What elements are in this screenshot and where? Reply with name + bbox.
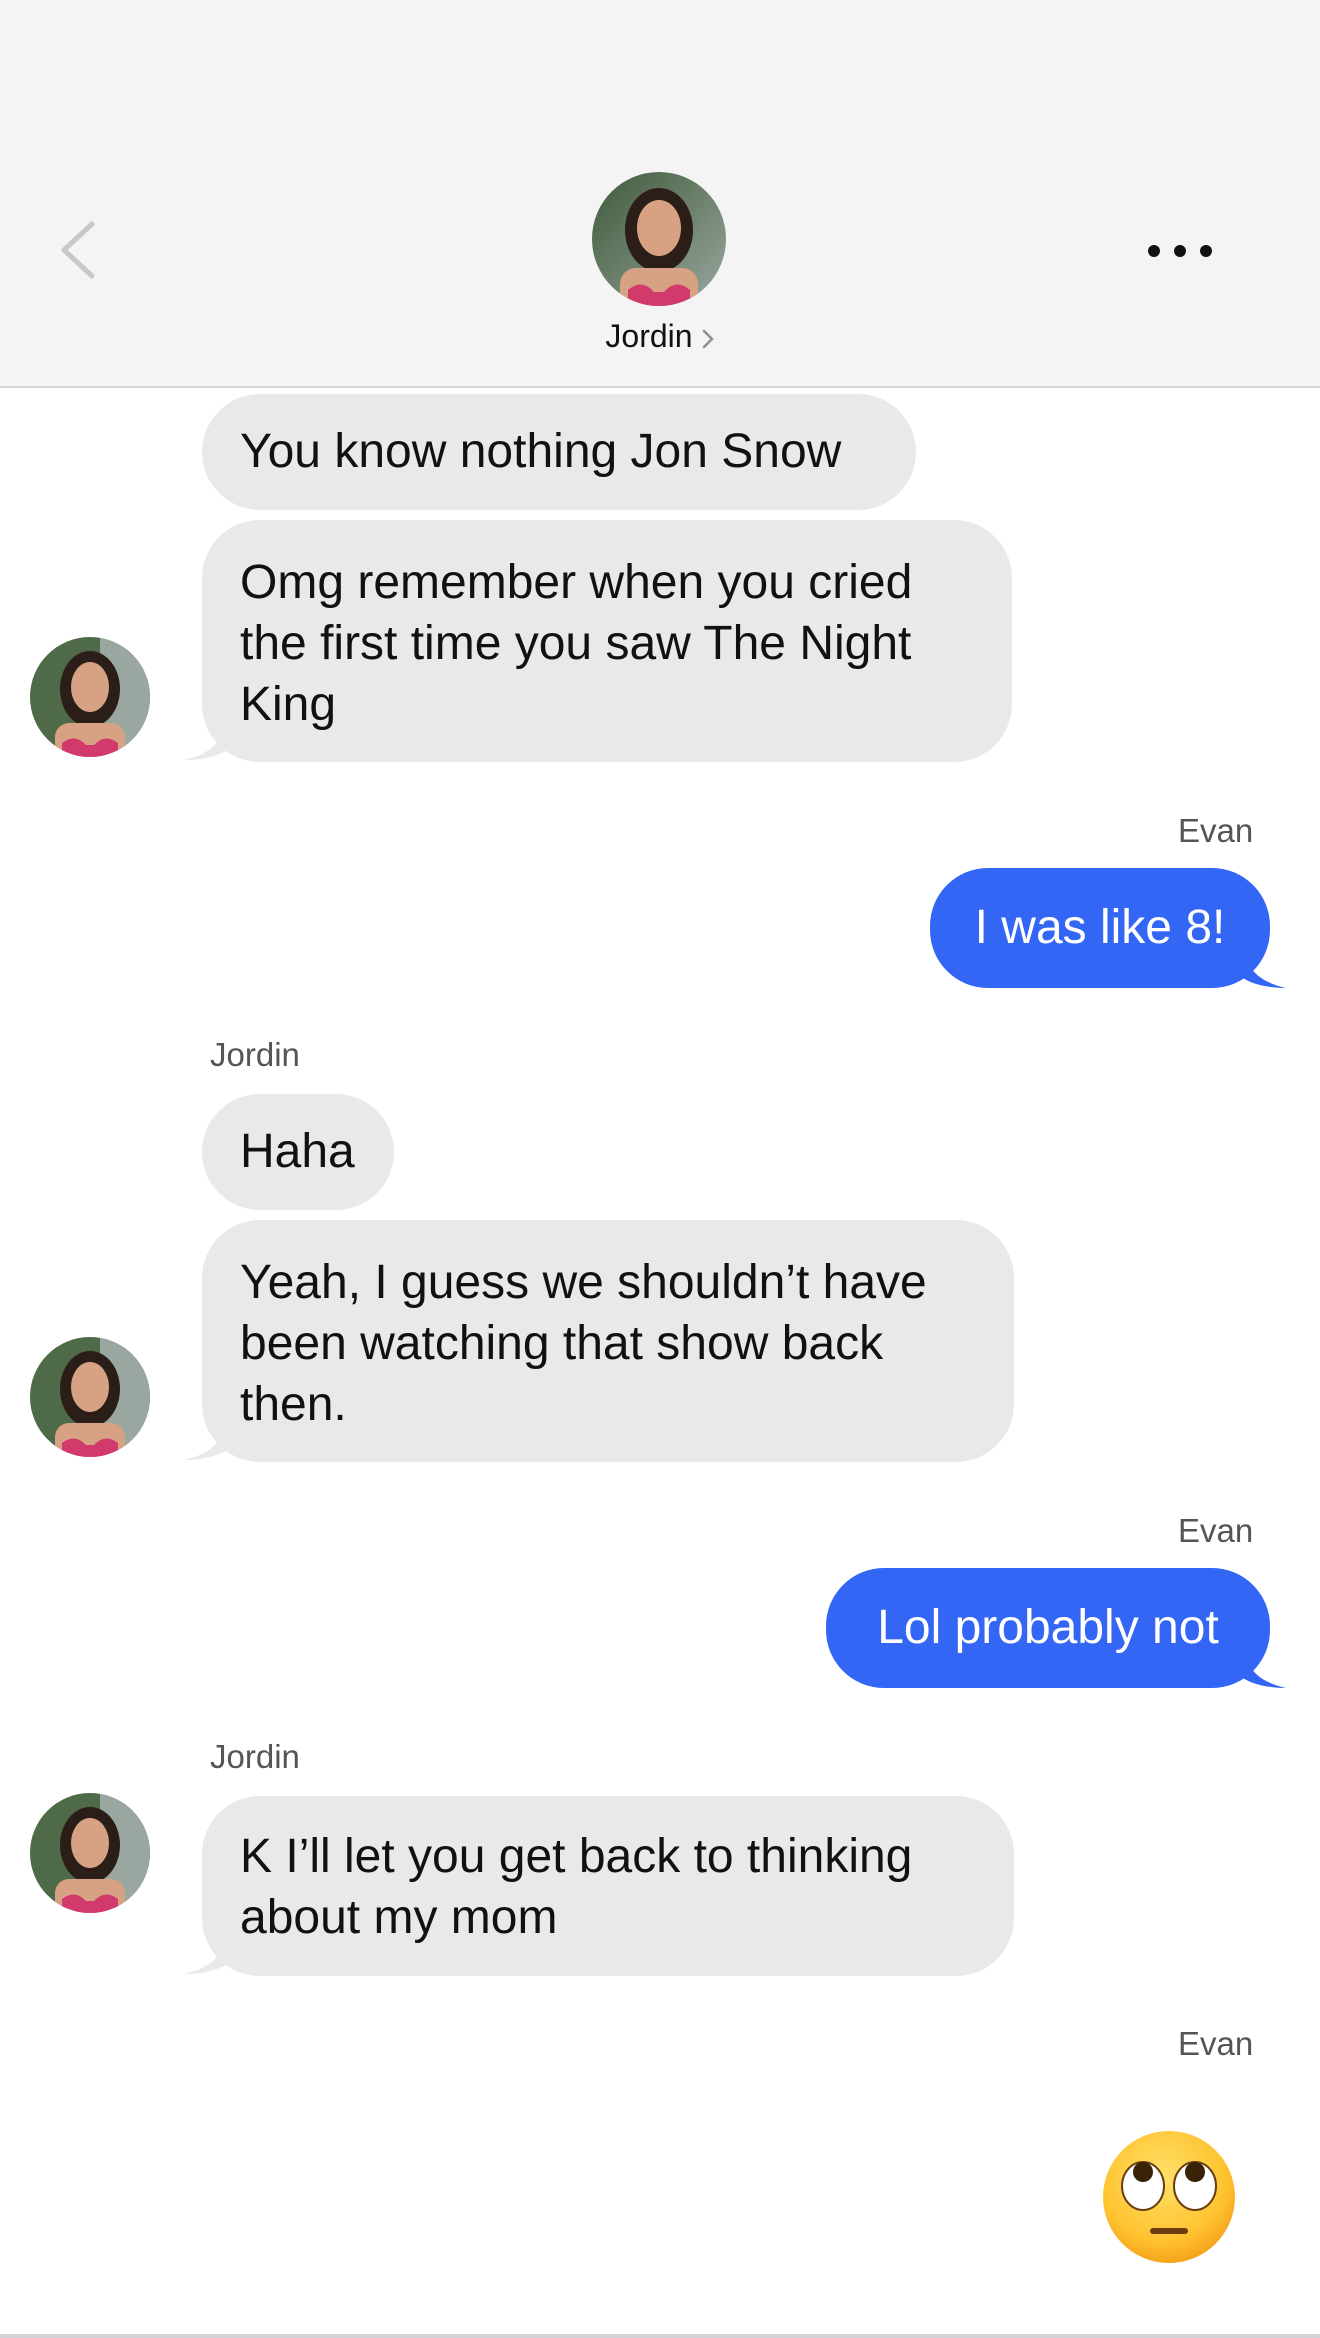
message-line: Yeah, I guess we shouldn’t have xyxy=(240,1256,927,1309)
message-text: Haha xyxy=(240,1125,355,1178)
bubble-tail xyxy=(1240,1646,1286,1688)
message-text: Lol probably not xyxy=(877,1601,1219,1654)
message-bubble-incoming[interactable]: Omg remember when you cried the first ti… xyxy=(202,520,1012,762)
message-text: You know nothing Jon Snow xyxy=(240,425,842,478)
chevron-right-icon xyxy=(702,329,714,348)
sender-avatar xyxy=(30,1793,150,1913)
message-line: K I’ll let you get back to thinking xyxy=(240,1830,913,1883)
ellipsis-icon[interactable] xyxy=(1140,228,1220,268)
message-line: Omg remember when you cried xyxy=(240,556,913,609)
sender-label: Jordin xyxy=(210,1036,300,1073)
message-bubble-incoming[interactable]: You know nothing Jon Snow xyxy=(202,394,916,510)
message-bubble-incoming[interactable]: Haha xyxy=(202,1094,394,1210)
message-line: the first time you saw The Night xyxy=(240,617,912,670)
sender-avatar xyxy=(30,1337,150,1457)
message-bubble-outgoing[interactable]: I was like 8! xyxy=(930,868,1270,988)
sender-avatar xyxy=(30,637,150,757)
bubble-tail xyxy=(184,1932,230,1974)
sender-label: Evan xyxy=(1178,1512,1254,1549)
message-bubble-incoming[interactable]: Yeah, I guess we shouldn’t have been wat… xyxy=(202,1220,1014,1462)
chevron-left-icon[interactable] xyxy=(48,210,108,290)
bubble-tail xyxy=(184,1418,230,1460)
bubble-tail xyxy=(1240,946,1286,988)
message-line: been watching that show back xyxy=(240,1317,884,1370)
contact-name: Jordin xyxy=(605,318,693,354)
face-with-rolling-eyes-icon[interactable] xyxy=(1100,2128,1238,2266)
message-line: about my mom xyxy=(240,1891,558,1944)
sender-label: Evan xyxy=(1178,812,1254,849)
sender-label: Jordin xyxy=(210,1738,300,1775)
conversation-header: Jordin xyxy=(0,0,1320,388)
divider xyxy=(0,2334,1320,2338)
contact-avatar[interactable] xyxy=(592,172,726,306)
message-text: I was like 8! xyxy=(974,901,1226,954)
contact-name-button[interactable]: Jordin xyxy=(540,318,780,355)
message-bubble-incoming[interactable]: K I’ll let you get back to thinking abou… xyxy=(202,1796,1014,1976)
sender-label: Evan xyxy=(1178,2025,1254,2062)
message-line: then. xyxy=(240,1378,347,1431)
message-bubble-outgoing[interactable]: Lol probably not xyxy=(826,1568,1270,1688)
message-line: King xyxy=(240,678,337,731)
bubble-tail xyxy=(184,718,230,760)
